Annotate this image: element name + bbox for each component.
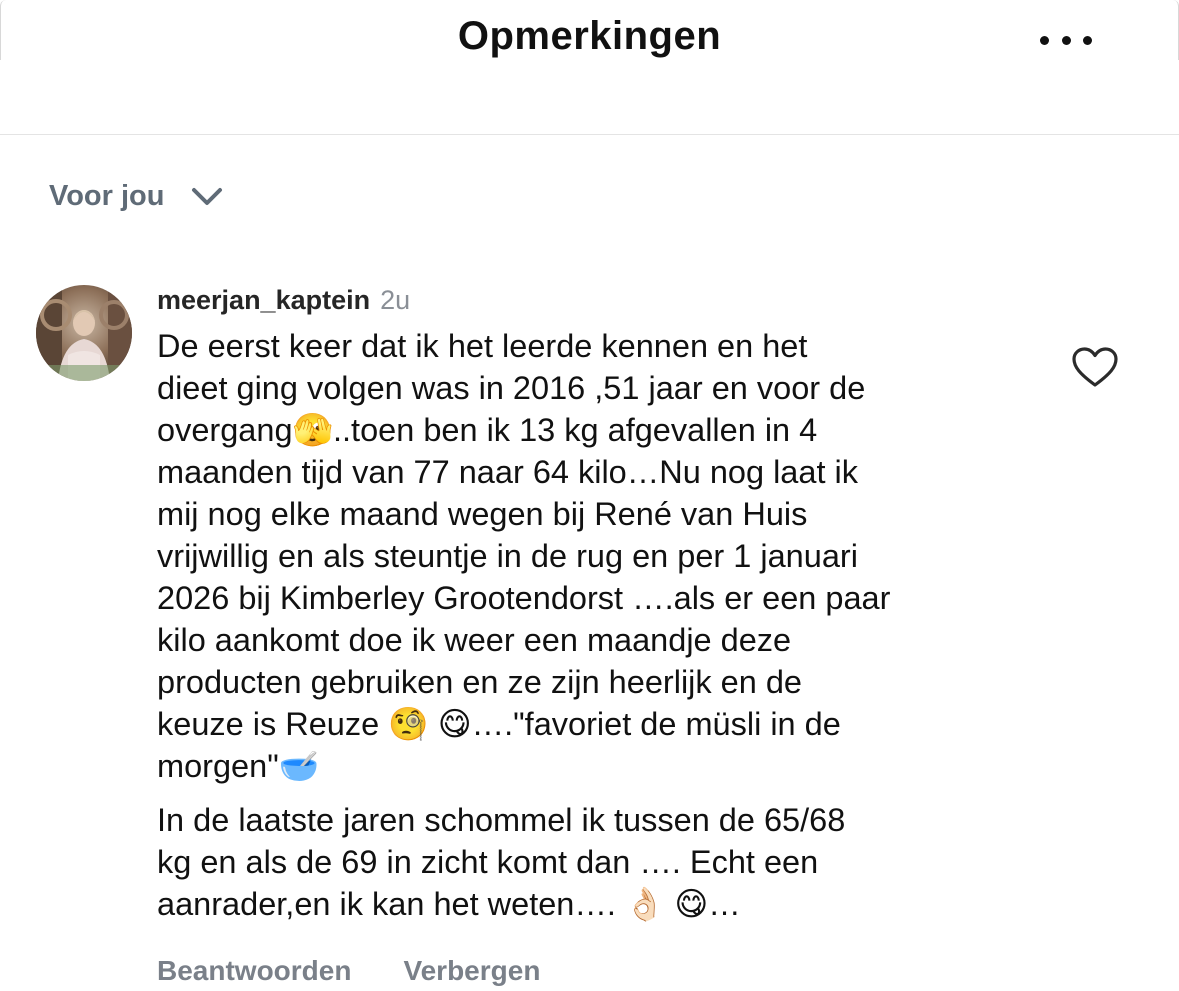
comment-text-paragraph-1: De eerst keer dat ik het leerde kennen e… bbox=[157, 328, 891, 784]
comments-header: Opmerkingen bbox=[0, 0, 1179, 135]
avatar-photo bbox=[36, 285, 132, 381]
avatar[interactable] bbox=[36, 285, 132, 381]
comment: meerjan_kaptein 2u De eerst keer dat ik … bbox=[157, 285, 1037, 925]
more-dot bbox=[1061, 35, 1071, 45]
heart-outline-icon[interactable] bbox=[1070, 345, 1120, 389]
more-dot bbox=[1083, 35, 1092, 45]
sort-label: Voor jou bbox=[49, 179, 165, 212]
comment-timestamp: 2u bbox=[380, 285, 411, 315]
comment-username[interactable]: meerjan_kaptein bbox=[157, 285, 370, 316]
chevron-down-icon bbox=[192, 188, 223, 205]
hide-button[interactable]: Verbergen bbox=[403, 955, 540, 987]
comments-sheet: Opmerkingen Voor jou meerjan_kaptein 2u … bbox=[0, 0, 1179, 991]
sort-dropdown[interactable]: Voor jou bbox=[49, 176, 224, 216]
comment-actions: Beantwoorden Verbergen bbox=[157, 955, 540, 987]
comment-text-paragraph-2: In de laatste jaren schommel ik tussen d… bbox=[157, 802, 846, 922]
more-horizontal-icon bbox=[1040, 35, 1049, 45]
more-options-button[interactable] bbox=[1036, 24, 1096, 56]
comment-meta: meerjan_kaptein 2u bbox=[157, 285, 1037, 325]
page-title: Opmerkingen bbox=[457, 14, 722, 58]
reply-button[interactable]: Beantwoorden bbox=[157, 955, 351, 987]
